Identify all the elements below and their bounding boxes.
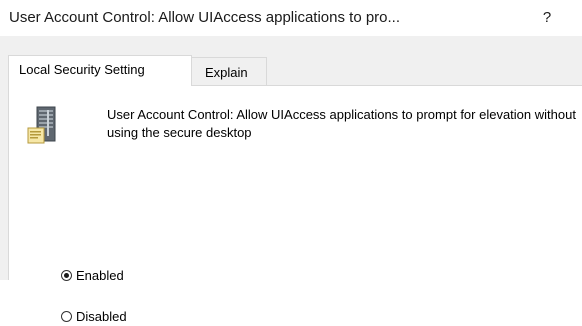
tab-strip: Local Security Setting Explain — [0, 36, 582, 88]
radio-button-unselected-icon[interactable] — [61, 310, 72, 322]
tab-panel: User Account Control: Allow UIAccess app… — [8, 85, 582, 324]
disabled-label: Disabled — [76, 308, 127, 324]
tab-label: Explain — [205, 65, 248, 80]
radio-button-selected-icon[interactable] — [61, 269, 72, 281]
policy-description: User Account Control: Allow UIAccess app… — [107, 107, 576, 140]
enabled-radio[interactable]: Enabled — [61, 265, 124, 285]
window-title: User Account Control: Allow UIAccess app… — [9, 9, 401, 26]
tab-local-security-setting[interactable]: Local Security Setting — [8, 55, 192, 86]
enabled-label: Enabled — [76, 267, 124, 283]
title-bar: User Account Control: Allow UIAccess app… — [0, 0, 582, 36]
dialog-body: Local Security Setting Explain User Acco… — [0, 36, 582, 324]
help-button[interactable]: ? — [533, 4, 561, 32]
tab-explain[interactable]: Explain — [191, 57, 267, 86]
disabled-radio[interactable]: Disabled — [61, 306, 127, 326]
server-policy-icon — [27, 106, 56, 144]
tab-label: Local Security Setting — [19, 62, 145, 77]
